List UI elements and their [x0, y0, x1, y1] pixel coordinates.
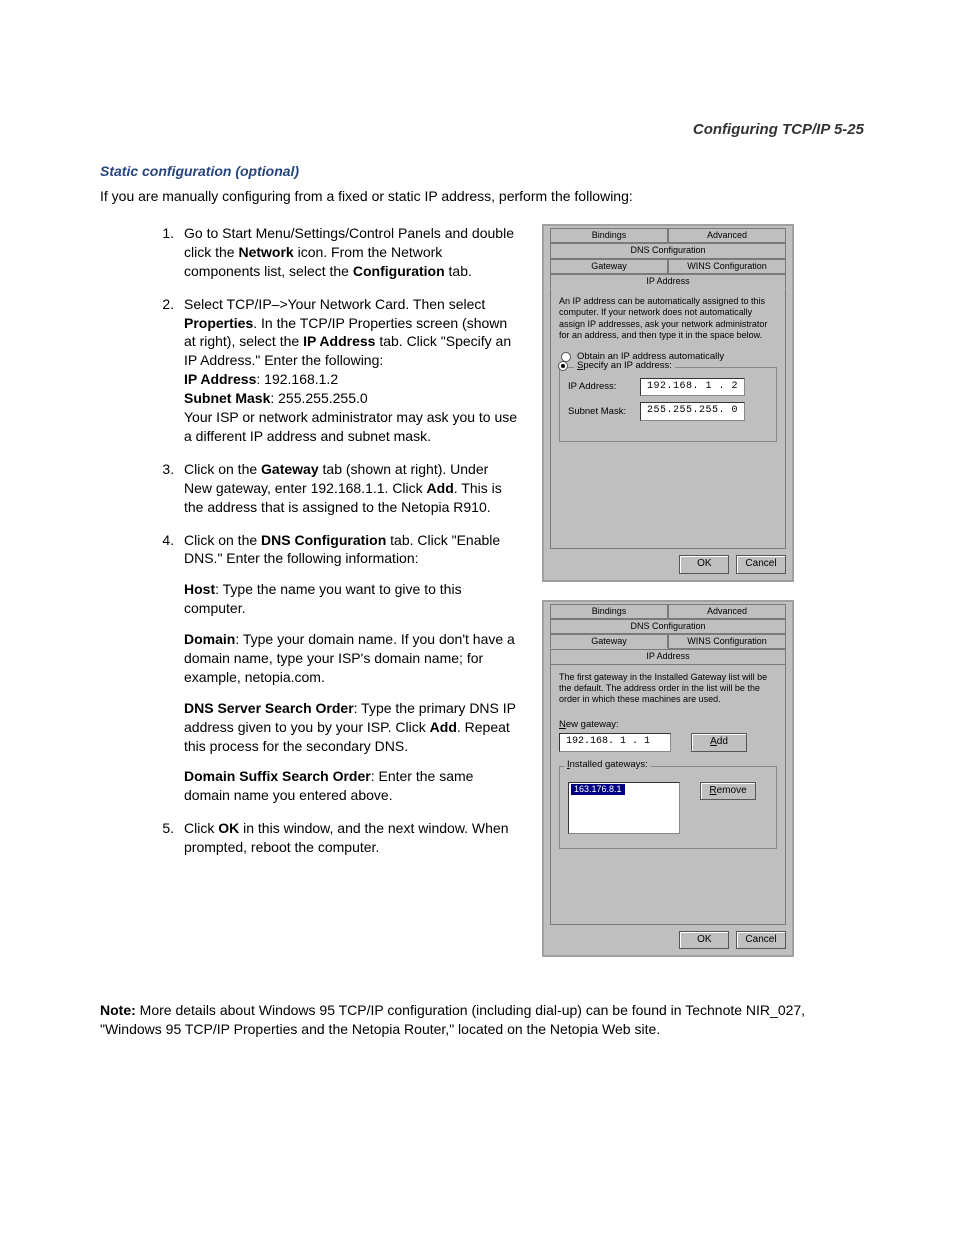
tab-gateway[interactable]: Gateway	[550, 259, 668, 274]
text: : Type the name you want to give to this…	[184, 581, 462, 616]
ip-address-label: IP Address:	[568, 381, 632, 393]
radio-icon-selected[interactable]	[558, 361, 568, 371]
new-gateway-label: New gateway:	[559, 719, 777, 731]
text: Click on the	[184, 532, 261, 548]
bold-dns-order: DNS Server Search Order	[184, 700, 354, 716]
dialog-description: An IP address can be automatically assig…	[559, 296, 777, 341]
ip-address-input[interactable]: 192.168. 1 . 2	[640, 378, 745, 397]
tab-bindings[interactable]: Bindings	[550, 228, 668, 243]
bold-add: Add	[427, 480, 454, 496]
tab-row-2: Gateway WINS Configuration IP Address	[550, 259, 786, 290]
installed-gateways-group: Installed gateways: 163.176.8.1 Remove	[559, 766, 777, 849]
text: tab.	[445, 263, 472, 279]
page-header: Configuring TCP/IP 5-25	[100, 120, 864, 140]
domain-paragraph: Domain: Type your domain name. If you do…	[184, 630, 520, 687]
tab-bindings[interactable]: Bindings	[550, 604, 668, 619]
tab-dns-configuration[interactable]: DNS Configuration	[550, 619, 786, 634]
bold-host: Host	[184, 581, 215, 597]
bold-domain: Domain	[184, 631, 235, 647]
text: Your ISP or network administrator may as…	[184, 409, 517, 444]
new-gateway-input[interactable]: 192.168. 1 . 1	[559, 733, 671, 752]
subnet-mask-label: Subnet Mask:	[568, 406, 632, 418]
tab-wins-configuration[interactable]: WINS Configuration	[668, 634, 786, 649]
installed-gateways-list[interactable]: 163.176.8.1	[568, 782, 680, 834]
step-5: Click OK in this window, and the next wi…	[178, 819, 520, 857]
dialog-buttons: OK Cancel	[550, 931, 786, 950]
subnet-mask-field: Subnet Mask: 255.255.255. 0	[568, 402, 768, 421]
bold-properties: Properties	[184, 315, 253, 331]
dns-order-paragraph: DNS Server Search Order: Type the primar…	[184, 699, 520, 756]
ip-address-field: IP Address: 192.168. 1 . 2	[568, 378, 768, 397]
bold-add: Add	[430, 719, 457, 735]
host-paragraph: Host: Type the name you want to give to …	[184, 580, 520, 618]
tab-dns-configuration[interactable]: DNS Configuration	[550, 243, 786, 258]
bold-ok: OK	[218, 820, 239, 836]
dialog-buttons: OK Cancel	[550, 555, 786, 574]
text: Click	[184, 820, 218, 836]
tcpip-dialog-ip-address: Bindings Advanced DNS Configuration Gate…	[542, 224, 794, 582]
bold-subnet-label: Subnet Mask	[184, 390, 270, 406]
step-2: Select TCP/IP–>Your Network Card. Then s…	[178, 295, 520, 446]
note-text: More details about Windows 95 TCP/IP con…	[100, 1002, 805, 1037]
bold-dns-config: DNS Configuration	[261, 532, 386, 548]
tab-gateway[interactable]: Gateway	[550, 634, 668, 649]
note-paragraph: Note: More details about Windows 95 TCP/…	[100, 1001, 864, 1039]
ip-value: : 192.168.1.2	[256, 371, 338, 387]
two-column-layout: Go to Start Menu/Settings/Control Panels…	[100, 224, 864, 975]
manual-page: Configuring TCP/IP 5-25 Static configura…	[0, 0, 954, 1235]
tab-ip-address[interactable]: IP Address	[550, 274, 786, 289]
specify-ip-group: Specify an IP address: IP Address: 192.1…	[559, 367, 777, 442]
installed-gateways-label: Installed gateways:	[564, 759, 651, 771]
ok-button[interactable]: OK	[679, 931, 729, 950]
screenshots-column: Bindings Advanced DNS Configuration Gate…	[542, 224, 794, 975]
dialog-description: The first gateway in the Installed Gatew…	[559, 672, 777, 706]
tab-wins-configuration[interactable]: WINS Configuration	[668, 259, 786, 274]
gateway-panel: The first gateway in the Installed Gatew…	[550, 665, 786, 925]
ok-button[interactable]: OK	[679, 555, 729, 574]
suffix-paragraph: Domain Suffix Search Order: Enter the sa…	[184, 767, 520, 805]
remove-button[interactable]: Remove	[700, 782, 756, 801]
tab-ip-address[interactable]: IP Address	[550, 649, 786, 664]
tab-row-1: Bindings Advanced DNS Configuration	[550, 604, 786, 635]
step-4: Click on the DNS Configuration tab. Clic…	[178, 531, 520, 806]
ip-address-panel: An IP address can be automatically assig…	[550, 289, 786, 549]
bold-ip-address: IP Address	[303, 333, 375, 349]
tab-advanced[interactable]: Advanced	[668, 604, 786, 619]
intro-paragraph: If you are manually configuring from a f…	[100, 187, 864, 206]
tab-row-1: Bindings Advanced DNS Configuration	[550, 228, 786, 259]
bold-ip-label: IP Address	[184, 371, 256, 387]
bold-suffix-order: Domain Suffix Search Order	[184, 768, 371, 784]
step-list: Go to Start Menu/Settings/Control Panels…	[156, 224, 520, 857]
bold-configuration: Configuration	[353, 263, 445, 279]
step-3: Click on the Gateway tab (shown at right…	[178, 460, 520, 517]
bold-network: Network	[238, 244, 293, 260]
step-1: Go to Start Menu/Settings/Control Panels…	[178, 224, 520, 281]
subnet-value: : 255.255.255.0	[270, 390, 367, 406]
add-button[interactable]: Add	[691, 733, 747, 752]
tab-advanced[interactable]: Advanced	[668, 228, 786, 243]
instructions-column: Go to Start Menu/Settings/Control Panels…	[100, 224, 520, 871]
text: Click on the	[184, 461, 261, 477]
radio-label: Specify an IP address:	[574, 360, 675, 372]
tab-row-2: Gateway WINS Configuration IP Address	[550, 634, 786, 665]
text: Select TCP/IP–>Your Network Card. Then s…	[184, 296, 485, 312]
tcpip-dialog-gateway: Bindings Advanced DNS Configuration Gate…	[542, 600, 794, 958]
cancel-button[interactable]: Cancel	[736, 555, 786, 574]
bold-gateway: Gateway	[261, 461, 319, 477]
cancel-button[interactable]: Cancel	[736, 931, 786, 950]
section-subtitle: Static configuration (optional)	[100, 162, 864, 181]
subnet-mask-input[interactable]: 255.255.255. 0	[640, 402, 745, 421]
list-item[interactable]: 163.176.8.1	[571, 784, 625, 795]
bold-note: Note:	[100, 1002, 136, 1018]
